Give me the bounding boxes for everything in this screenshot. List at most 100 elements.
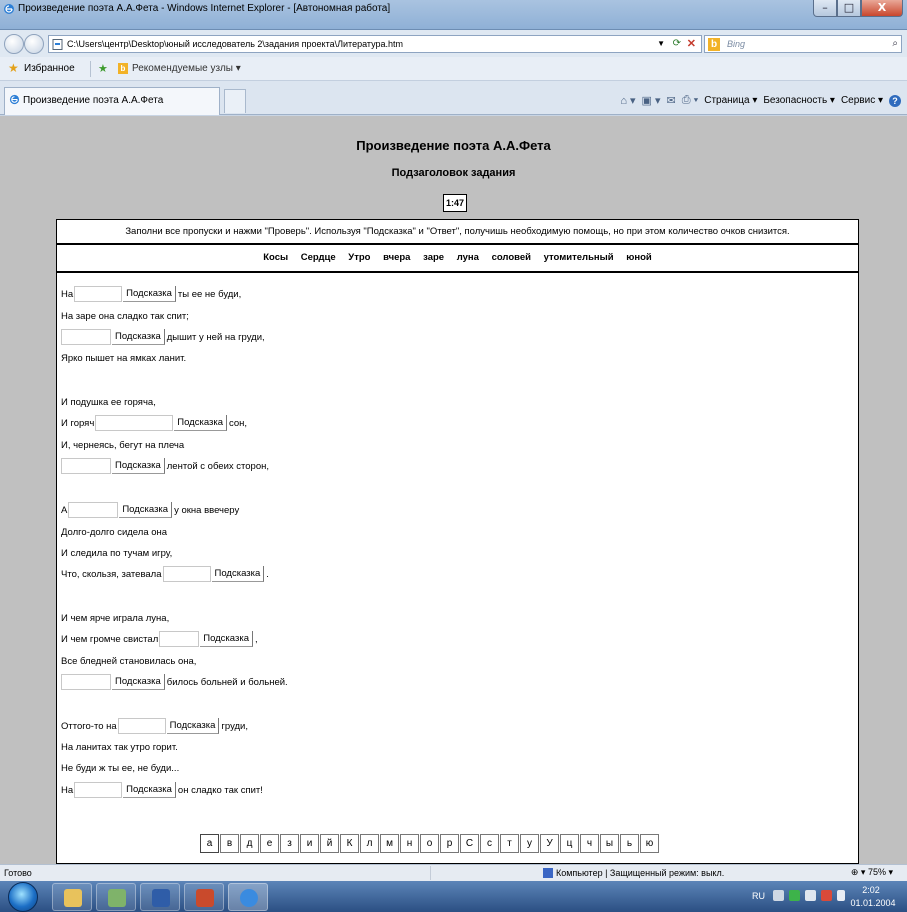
taskbar-app-button[interactable] bbox=[184, 883, 224, 911]
hint-button[interactable]: Подсказка bbox=[174, 415, 228, 431]
back-button[interactable] bbox=[4, 34, 24, 54]
address-dropdown-icon[interactable]: ▼ bbox=[657, 39, 665, 48]
status-text: Готово bbox=[4, 868, 32, 878]
letter-button[interactable]: и bbox=[300, 834, 319, 853]
language-indicator[interactable]: RU bbox=[752, 891, 765, 901]
word-bank-item: Утро bbox=[348, 252, 371, 263]
mail-icon[interactable]: ✉ bbox=[667, 94, 676, 107]
hint-button[interactable]: Подсказка bbox=[211, 566, 265, 582]
answer-input[interactable] bbox=[61, 458, 111, 474]
word-icon bbox=[152, 889, 170, 907]
window-title-bar[interactable]: Произведение поэта А.А.Фета - Windows In… bbox=[0, 0, 907, 30]
hint-button[interactable]: Подсказка bbox=[112, 458, 165, 474]
recommended-sites-link[interactable]: Рекомендуемые узлы ▾ bbox=[132, 63, 241, 74]
letter-button[interactable]: т bbox=[500, 834, 519, 853]
favorites-button[interactable]: Избранное bbox=[24, 63, 75, 74]
page-menu[interactable]: Страница ▾ bbox=[704, 95, 757, 106]
answer-input[interactable] bbox=[74, 782, 123, 798]
letter-button[interactable]: ы bbox=[600, 834, 619, 853]
tray-app-icon[interactable] bbox=[773, 890, 784, 901]
window-title: Произведение поэта А.А.Фета - Windows In… bbox=[18, 3, 391, 14]
hint-button[interactable]: Подсказка bbox=[119, 502, 173, 518]
poem-text: На bbox=[61, 288, 74, 300]
letter-button[interactable]: ю bbox=[640, 834, 659, 853]
letter-button[interactable]: У bbox=[540, 834, 559, 853]
poem-text: И чем ярче играла луна, bbox=[61, 612, 170, 624]
letter-button[interactable]: ь bbox=[620, 834, 639, 853]
print-icon[interactable]: ⎙ ▾ bbox=[682, 94, 698, 107]
refresh-icon[interactable]: ⟳ bbox=[673, 38, 681, 49]
taskbar-users-button[interactable] bbox=[96, 883, 136, 911]
answer-input[interactable] bbox=[162, 566, 211, 582]
zoom-level[interactable]: 75% bbox=[868, 867, 886, 877]
hint-button[interactable]: Подсказка bbox=[123, 782, 176, 798]
maximize-button[interactable]: □ bbox=[837, 0, 861, 17]
forward-button[interactable] bbox=[24, 34, 44, 54]
letter-button[interactable]: у bbox=[520, 834, 539, 853]
address-url[interactable]: C:\Users\центр\Desktop\юный исследовател… bbox=[67, 39, 403, 49]
search-icon[interactable]: ⌕ bbox=[892, 38, 898, 49]
letter-button[interactable]: а bbox=[200, 834, 219, 853]
letter-button[interactable]: ц bbox=[560, 834, 579, 853]
clock-date[interactable]: 01.01.2004 bbox=[847, 898, 899, 908]
action-center-icon[interactable] bbox=[821, 890, 832, 901]
letter-button[interactable]: й bbox=[320, 834, 339, 853]
taskbar-word-button[interactable] bbox=[140, 883, 180, 911]
volume-icon[interactable] bbox=[805, 890, 816, 901]
answer-input[interactable] bbox=[61, 674, 111, 690]
letter-button[interactable]: р bbox=[440, 834, 459, 853]
search-box[interactable]: b Bing ⌕ bbox=[704, 35, 902, 53]
clock-time[interactable]: 2:02 bbox=[849, 885, 893, 895]
favorites-star-icon[interactable]: ★ bbox=[8, 61, 19, 75]
flag-icon[interactable] bbox=[837, 890, 845, 901]
letter-button[interactable]: н bbox=[400, 834, 419, 853]
poem-text: И, чернеясь, бегут на плеча bbox=[61, 439, 185, 451]
letter-button[interactable]: е bbox=[260, 834, 279, 853]
poem-line: Подсказка лентой с обеих сторон, bbox=[61, 458, 269, 474]
letter-button[interactable]: л bbox=[360, 834, 379, 853]
feeds-icon[interactable]: ▣ ▾ bbox=[642, 94, 661, 107]
hint-button[interactable]: Подсказка bbox=[166, 718, 220, 734]
hint-button[interactable]: Подсказка bbox=[112, 329, 165, 345]
tab-active[interactable]: Произведение поэта А.А.Фета bbox=[4, 87, 220, 115]
taskbar-ie-button[interactable] bbox=[228, 883, 268, 911]
poem-text: он сладко так спит! bbox=[177, 784, 263, 796]
close-button[interactable]: X bbox=[861, 0, 903, 17]
search-placeholder[interactable]: Bing bbox=[727, 39, 745, 49]
hint-button[interactable]: Подсказка bbox=[123, 286, 176, 302]
letter-button[interactable]: м bbox=[380, 834, 399, 853]
hint-button[interactable]: Подсказка bbox=[200, 631, 253, 647]
letter-button[interactable]: в bbox=[220, 834, 239, 853]
letter-button[interactable]: д bbox=[240, 834, 259, 853]
answer-input[interactable] bbox=[74, 286, 123, 302]
taskbar-explorer-button[interactable] bbox=[52, 883, 92, 911]
answer-input[interactable] bbox=[117, 718, 166, 734]
safety-menu[interactable]: Безопасность ▾ bbox=[763, 95, 835, 106]
answer-input[interactable] bbox=[159, 631, 200, 647]
network-icon[interactable] bbox=[789, 890, 800, 901]
answer-input[interactable] bbox=[61, 329, 111, 345]
letter-button[interactable]: с bbox=[480, 834, 499, 853]
internet-explorer-icon bbox=[4, 4, 14, 14]
tools-menu[interactable]: Сервис ▾ bbox=[841, 95, 883, 106]
letter-button[interactable]: С bbox=[460, 834, 479, 853]
letter-button[interactable]: з bbox=[280, 834, 299, 853]
security-zone[interactable]: Компьютер | Защищенный режим: выкл. bbox=[556, 868, 724, 878]
timer: 1:47 bbox=[443, 194, 467, 212]
letter-button[interactable]: ч bbox=[580, 834, 599, 853]
address-bar[interactable]: C:\Users\центр\Desktop\юный исследовател… bbox=[48, 35, 702, 53]
new-tab-button[interactable] bbox=[224, 89, 246, 113]
letter-button[interactable]: о bbox=[420, 834, 439, 853]
start-button[interactable] bbox=[8, 882, 38, 912]
minimize-button[interactable]: – bbox=[813, 0, 837, 17]
help-icon[interactable]: ? bbox=[889, 94, 901, 107]
zoom-control[interactable]: ⊕ ▾ 75% ▾ bbox=[851, 867, 893, 878]
stop-icon[interactable]: ✕ bbox=[687, 37, 696, 50]
letter-button[interactable]: К bbox=[340, 834, 359, 853]
answer-input[interactable] bbox=[95, 415, 174, 431]
hint-button[interactable]: Подсказка bbox=[112, 674, 165, 690]
add-favorite-icon[interactable]: ★ bbox=[98, 62, 108, 75]
word-bank-item: луна bbox=[456, 252, 479, 263]
answer-input[interactable] bbox=[68, 502, 119, 518]
home-icon[interactable]: ⌂ ▾ bbox=[620, 94, 635, 107]
